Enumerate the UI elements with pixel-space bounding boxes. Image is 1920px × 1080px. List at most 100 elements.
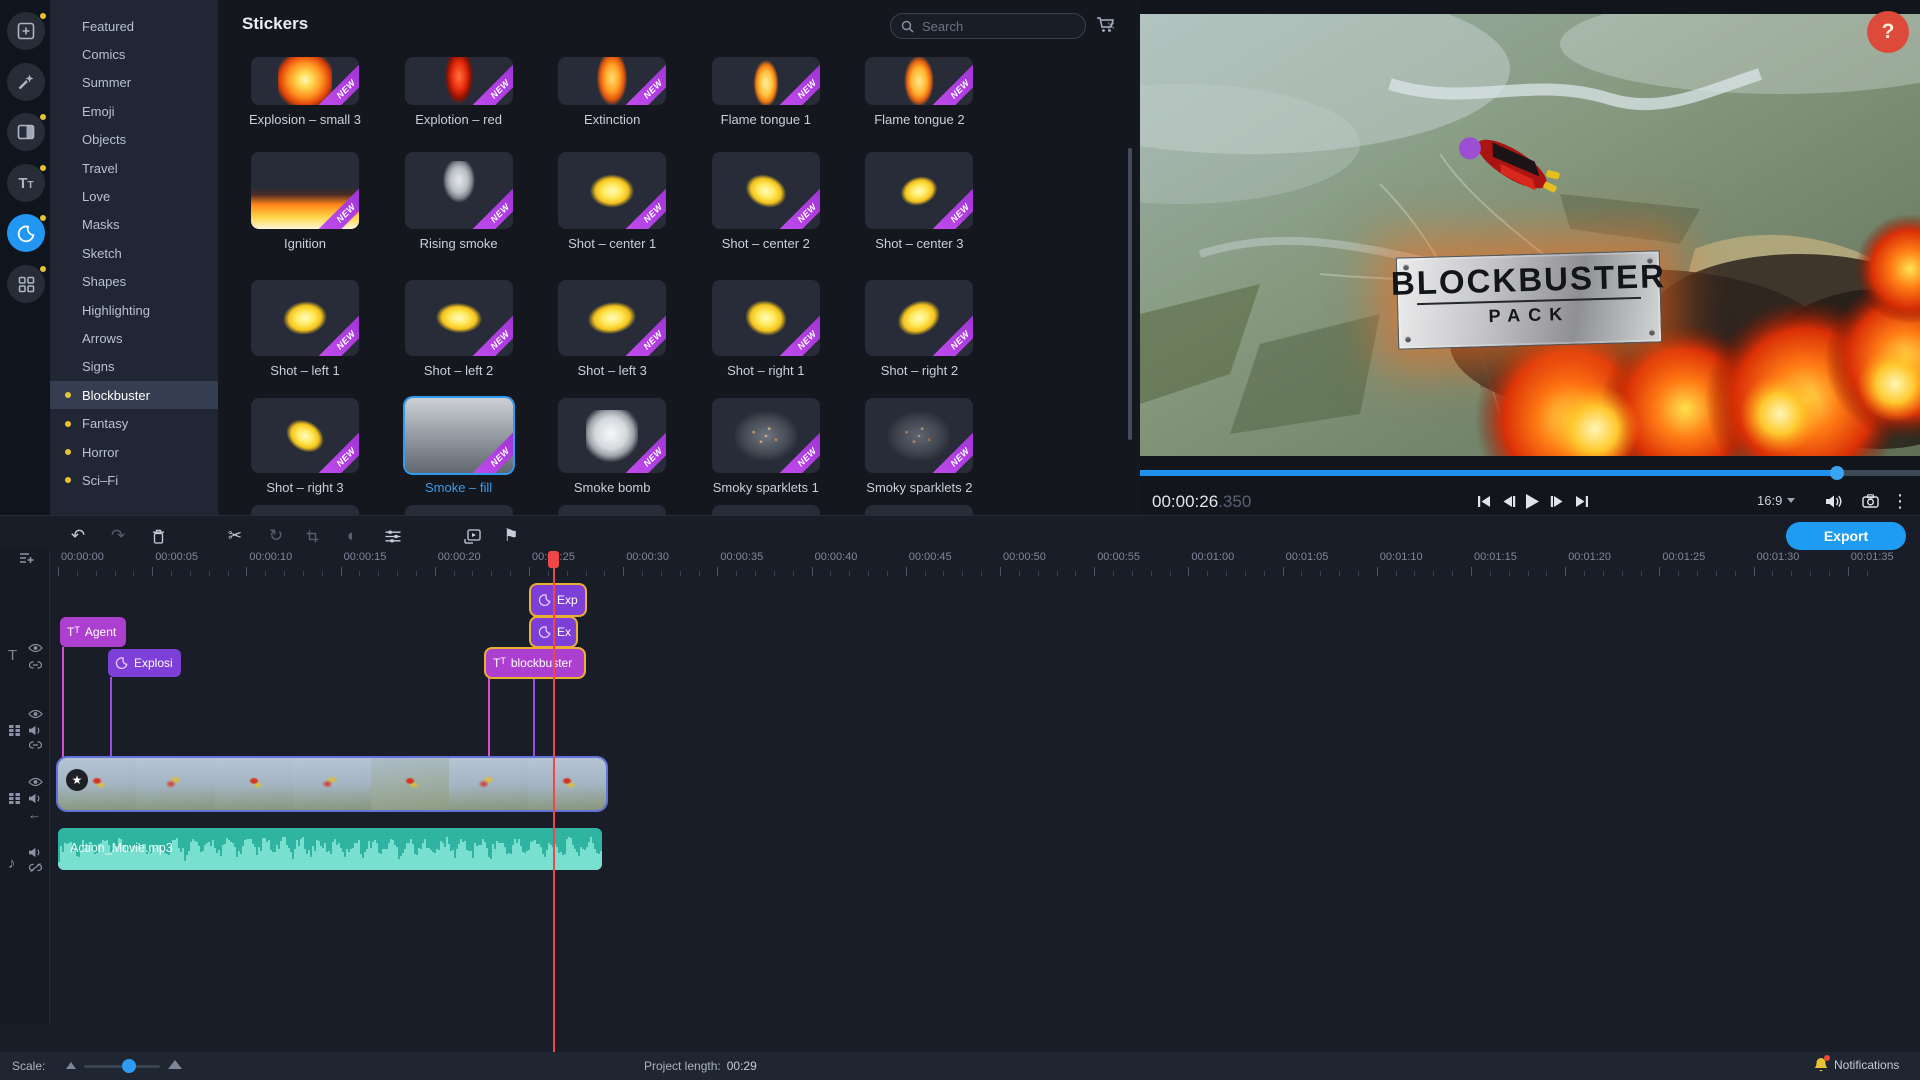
sticker-rising-smoke[interactable]: NEW	[404, 152, 513, 229]
timeline-clip-blockbuster[interactable]: TT blockbuster	[486, 649, 584, 677]
sidebar-item-love[interactable]: Love	[50, 182, 218, 210]
sticker-shot-center-3[interactable]: NEW	[865, 152, 974, 229]
sticker-smoky-sparklets-1[interactable]: NEW	[711, 398, 820, 473]
skip-to-end-button[interactable]	[1572, 491, 1592, 511]
scale-slider-handle[interactable]	[122, 1059, 136, 1073]
redo-icon[interactable]: ↷	[106, 524, 130, 548]
search-input[interactable]	[922, 18, 1098, 34]
sticker-ignition[interactable]: NEW	[251, 152, 359, 229]
sticker-flame-tongue-1[interactable]: NEW	[711, 57, 820, 105]
crop-icon[interactable]	[300, 524, 324, 548]
eye-icon[interactable]	[28, 643, 43, 653]
sticker-partial[interactable]	[711, 505, 820, 515]
seek-handle[interactable]	[1830, 466, 1844, 480]
stickers-icon[interactable]	[7, 214, 45, 252]
play-button[interactable]	[1522, 491, 1542, 511]
sticker-partial[interactable]	[558, 505, 667, 515]
sidebar-item-summer[interactable]: Summer	[50, 69, 218, 97]
more-tools-icon[interactable]	[7, 265, 45, 303]
sticker-partial[interactable]	[251, 505, 359, 515]
sidebar-item-masks[interactable]: Masks	[50, 211, 218, 239]
sidebar-item-sketch[interactable]: Sketch	[50, 239, 218, 267]
export-button[interactable]: Export	[1786, 522, 1906, 550]
sticker-shot-left-3[interactable]: NEW	[558, 280, 667, 356]
sidebar-item-emoji[interactable]: Emoji	[50, 97, 218, 125]
scrollbar[interactable]	[1128, 148, 1132, 440]
overlay-mode-icon[interactable]	[460, 524, 484, 548]
sidebar-item-comics[interactable]: Comics	[50, 40, 218, 68]
eye-icon[interactable]	[28, 777, 43, 787]
sidebar-item-arrows[interactable]: Arrows	[50, 324, 218, 352]
undo-icon[interactable]: ↶	[66, 524, 90, 548]
playhead-line[interactable]	[553, 551, 555, 1052]
rotate-icon[interactable]: ↻	[264, 524, 288, 548]
link-icon[interactable]	[28, 661, 43, 669]
timeline-clip-agent[interactable]: TT Agent	[60, 617, 126, 647]
seek-bar[interactable]	[1140, 466, 1920, 480]
help-button[interactable]: ?	[1867, 11, 1909, 53]
filters-icon[interactable]	[7, 63, 45, 101]
arrow-left-icon[interactable]: ←	[28, 807, 41, 822]
speaker-icon[interactable]	[28, 793, 41, 804]
sticker-flame-tongue-2[interactable]: NEW	[865, 57, 974, 105]
snapshot-camera-icon[interactable]	[1860, 491, 1880, 511]
sticker-shot-center-1[interactable]: NEW	[558, 152, 667, 229]
add-track-icon[interactable]	[19, 552, 35, 565]
sidebar-item-sci-fi[interactable]: Sci–Fi	[50, 466, 218, 494]
sidebar-item-highlighting[interactable]: Highlighting	[50, 296, 218, 324]
sticker-shot-center-2[interactable]: NEW	[711, 152, 820, 229]
sidebar-item-fantasy[interactable]: Fantasy	[50, 410, 218, 438]
link-icon[interactable]	[28, 741, 43, 749]
marker-flag-icon[interactable]: ⚑	[499, 524, 523, 548]
timeline-ruler[interactable]: 00:00:00 00:00:05 00:00:10 00:00:15 00:00:20…	[50, 549, 1920, 577]
sidebar-item-horror[interactable]: Horror	[50, 438, 218, 466]
color-adjust-icon[interactable]: ◐	[340, 524, 364, 548]
sticker-partial[interactable]	[404, 505, 513, 515]
clip-properties-icon[interactable]	[381, 524, 405, 548]
sidebar-item-signs[interactable]: Signs	[50, 353, 218, 381]
import-media-icon[interactable]	[7, 12, 45, 50]
sticker-explotion-red[interactable]: NEW	[404, 57, 513, 105]
aspect-ratio-select[interactable]: 16:9	[1757, 493, 1796, 508]
split-scissors-icon[interactable]: ✂	[223, 524, 247, 548]
video-clip[interactable]: ★	[58, 758, 606, 810]
timeline-clip-explosi[interactable]: Explosi	[108, 649, 181, 677]
speaker-icon[interactable]	[28, 725, 41, 736]
sticker-extinction[interactable]: NEW	[558, 57, 667, 105]
transitions-icon[interactable]	[7, 113, 45, 151]
sticker-shot-left-1[interactable]: NEW	[251, 280, 359, 356]
more-options-icon[interactable]: ⋮	[1890, 491, 1910, 511]
search-box[interactable]: ✕	[890, 13, 1116, 39]
volume-icon[interactable]	[1824, 491, 1844, 511]
titles-icon[interactable]: TT	[7, 164, 45, 202]
skip-to-start-button[interactable]	[1474, 491, 1494, 511]
next-frame-button[interactable]	[1547, 491, 1567, 511]
timeline-clip-exp[interactable]: Exp	[531, 585, 585, 615]
audio-clip[interactable]: Action_Movie.mp3	[58, 828, 602, 870]
sticker-smoke-fill[interactable]: NEW	[404, 398, 513, 473]
zoom-out-icon[interactable]	[66, 1062, 76, 1069]
unlink-icon[interactable]	[28, 863, 43, 872]
store-cart-icon[interactable]	[1096, 16, 1115, 33]
sidebar-item-travel[interactable]: Travel	[50, 154, 218, 182]
sidebar-item-blockbuster[interactable]: Blockbuster	[50, 381, 218, 410]
sticker-shot-left-2[interactable]: NEW	[404, 280, 513, 356]
eye-icon[interactable]	[28, 709, 43, 719]
sticker-smoke-bomb[interactable]: NEW	[558, 398, 667, 473]
sidebar-item-shapes[interactable]: Shapes	[50, 268, 218, 296]
ruler-tick	[1678, 571, 1680, 576]
sticker-shot-right-3[interactable]: NEW	[251, 398, 359, 473]
sticker-shot-right-2[interactable]: NEW	[865, 280, 974, 356]
sticker-partial[interactable]	[865, 505, 974, 515]
sticker-smoky-sparklets-2[interactable]: NEW	[865, 398, 974, 473]
sidebar-item-objects[interactable]: Objects	[50, 126, 218, 154]
notifications-button[interactable]: Notifications	[1814, 1055, 1899, 1073]
speaker-icon[interactable]	[28, 847, 41, 858]
sidebar-item-featured[interactable]: Featured	[50, 12, 218, 40]
delete-icon[interactable]	[146, 524, 170, 548]
previous-frame-button[interactable]	[1499, 491, 1519, 511]
star-marker-icon[interactable]: ★	[66, 769, 88, 791]
sticker-explosion-small-3[interactable]: NEW	[251, 57, 359, 105]
sticker-shot-right-1[interactable]: NEW	[711, 280, 820, 356]
zoom-in-icon[interactable]	[168, 1060, 182, 1069]
